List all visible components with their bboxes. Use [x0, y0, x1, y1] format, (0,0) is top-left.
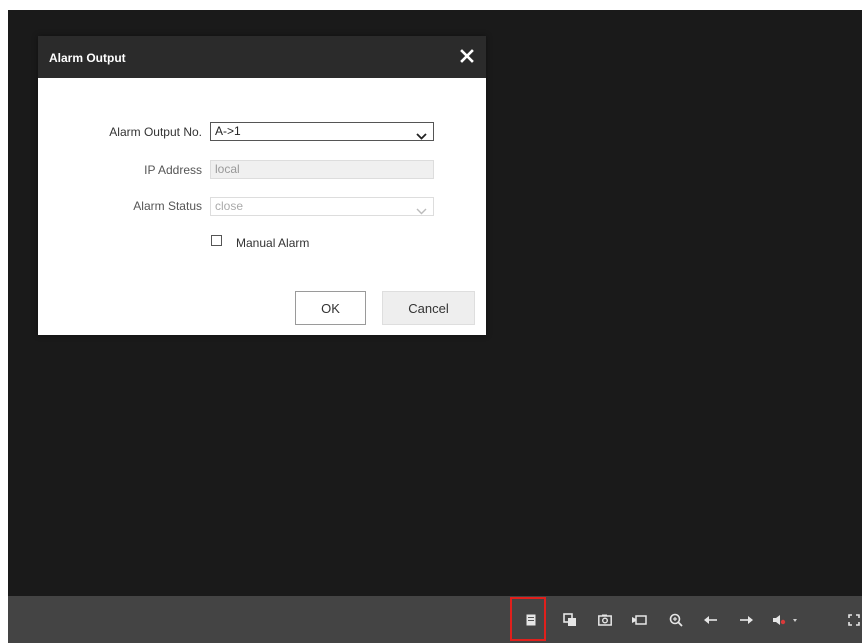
capture-switch-icon[interactable]	[560, 610, 580, 630]
record-icon[interactable]	[629, 610, 649, 630]
alarm-output-dialog: Alarm Output Alarm Output No. A->1 IP Ad…	[38, 36, 486, 335]
chevron-down-icon	[416, 128, 427, 145]
live-view-toolbar	[8, 596, 862, 643]
alarm-status-value: close	[215, 199, 244, 213]
alarm-output-no-value: A->1	[215, 124, 241, 138]
alarm-status-select: close	[210, 197, 434, 216]
previous-icon[interactable]	[701, 610, 721, 630]
manual-alarm-checkbox[interactable]	[211, 235, 222, 246]
snapshot-icon[interactable]	[595, 610, 615, 630]
alarm-output-no-label: Alarm Output No.	[109, 125, 202, 139]
zoom-icon[interactable]	[666, 610, 686, 630]
manual-alarm-label[interactable]: Manual Alarm	[236, 236, 309, 250]
ok-button[interactable]: OK	[295, 291, 366, 325]
screen: Alarm Output Alarm Output No. A->1 IP Ad…	[0, 0, 862, 643]
ip-address-label: IP Address	[144, 163, 202, 177]
dialog-title: Alarm Output	[49, 51, 126, 65]
ip-address-field: local	[210, 160, 434, 179]
fullscreen-icon[interactable]	[844, 610, 862, 630]
chevron-down-icon	[416, 203, 427, 220]
cancel-button[interactable]: Cancel	[382, 291, 475, 325]
next-icon[interactable]	[736, 610, 756, 630]
alarm-status-label: Alarm Status	[133, 199, 202, 213]
close-icon[interactable]	[458, 47, 476, 65]
dialog-header: Alarm Output	[38, 36, 486, 78]
audio-icon[interactable]	[771, 610, 801, 630]
alarm-output-icon[interactable]	[521, 610, 541, 630]
alarm-output-no-select[interactable]: A->1	[210, 122, 434, 141]
